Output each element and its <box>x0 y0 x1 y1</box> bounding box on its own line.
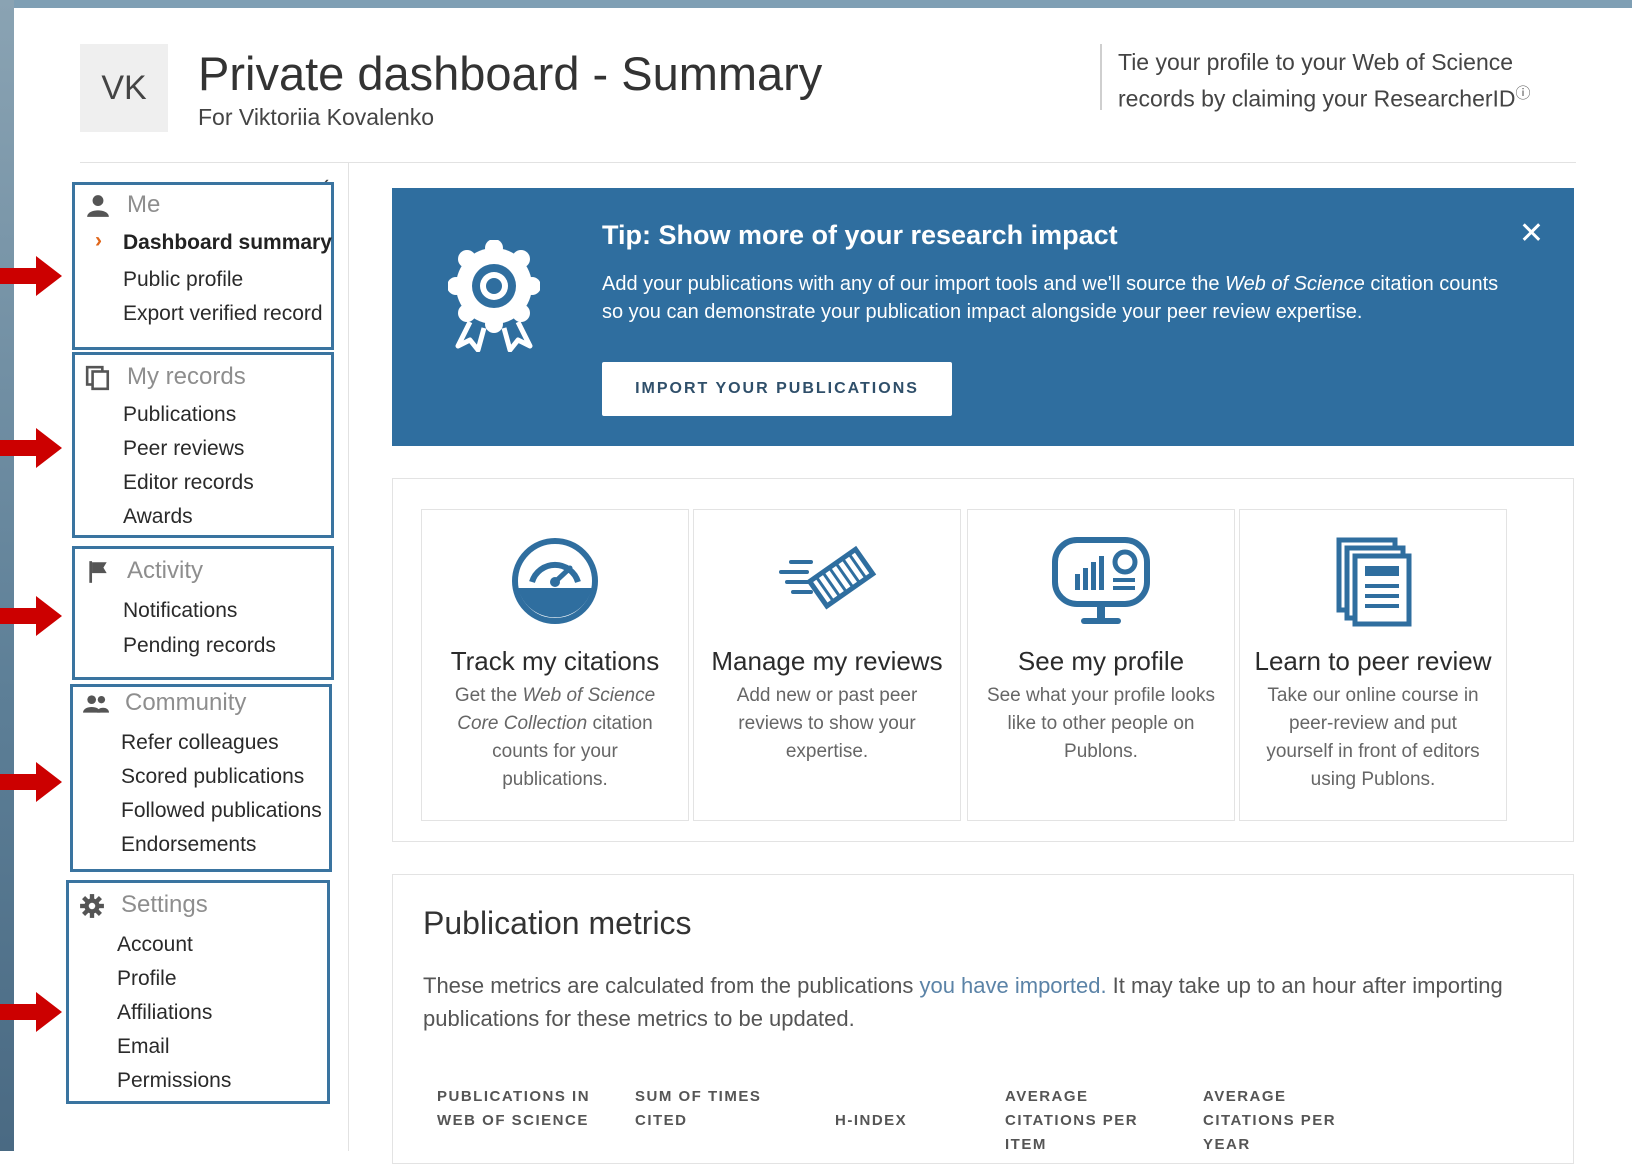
close-icon[interactable]: ✕ <box>1519 216 1544 251</box>
card-title: See my profile <box>1017 646 1185 676</box>
window-edge <box>0 0 14 1151</box>
publication-metrics-panel: Publication metrics These metrics are ca… <box>392 874 1574 1164</box>
header-rule <box>80 162 1576 163</box>
sidebar-item-peer-reviews[interactable]: Peer reviews <box>123 437 244 461</box>
sidebar-item-account[interactable]: Account <box>117 933 193 957</box>
nav-heading-my-records: My records <box>85 363 246 391</box>
nav-heading-settings: Settings <box>79 891 208 919</box>
flag-icon <box>89 561 107 583</box>
sidebar-item-profile[interactable]: Profile <box>117 967 177 991</box>
annotation-arrow <box>0 428 62 468</box>
sidebar-item-publications[interactable]: Publications <box>123 403 236 427</box>
nav-heading-label: Activity <box>127 557 204 584</box>
metric-header-publications: PUBLICATIONS IN WEB OF SCIENCE <box>437 1088 591 1129</box>
nav-group-settings: Settings Account Profile Affiliations Em… <box>66 880 330 1104</box>
card-description: Add new or past peer reviews to show you… <box>736 685 918 762</box>
documents-icon <box>1336 537 1412 627</box>
header-divider <box>1100 44 1102 110</box>
page-subtitle: For Viktoriia Kovalenko <box>198 104 435 130</box>
sidebar-item-email[interactable]: Email <box>117 1035 170 1059</box>
gauge-icon <box>512 538 598 624</box>
metric-header-h-index: H-INDEX <box>835 1112 908 1129</box>
sidebar-item-permissions[interactable]: Permissions <box>117 1069 231 1093</box>
card-description: Take our online course in peer-review an… <box>1266 685 1480 790</box>
metric-header-times-cited: SUM OF TIMES CITED <box>635 1088 762 1129</box>
person-icon <box>87 195 109 217</box>
card-title: Track my citations <box>450 646 660 676</box>
sidebar-item-export-verified-record[interactable]: Export verified record <box>123 302 323 326</box>
card-manage-reviews[interactable]: Manage my reviews Add new or past peer r… <box>693 509 961 821</box>
sidebar-item-awards[interactable]: Awards <box>123 505 193 529</box>
avatar-initials: VK <box>101 68 147 107</box>
tip-body: Add your publications with any of our im… <box>602 273 1499 323</box>
tip-banner: Tip: Show more of your research impact A… <box>392 188 1574 446</box>
sidebar-item-scored-publications[interactable]: Scored publications <box>121 765 304 789</box>
top-bar <box>0 0 1632 8</box>
sidebar-item-refer-colleagues[interactable]: Refer colleagues <box>121 731 279 755</box>
annotation-arrow <box>0 256 62 296</box>
community-icon <box>83 695 109 713</box>
tip-title: Tip: Show more of your research impact <box>602 220 1118 250</box>
card-description: See what your profile looks like to othe… <box>986 685 1216 762</box>
nav-heading-me: Me <box>85 191 160 219</box>
card-description: Get the Web of Science Core Collection c… <box>454 685 656 790</box>
card-title: Manage my reviews <box>711 646 943 676</box>
review-icon <box>779 545 877 610</box>
sidebar-divider <box>348 162 349 1151</box>
chevron-right-icon: › <box>95 229 102 252</box>
nav-heading-label: Me <box>127 191 161 218</box>
nav-heading-label: Community <box>125 689 247 716</box>
help-icon[interactable]: ⓘ <box>1516 85 1531 102</box>
metric-header-avg-per-year: AVERAGE CITATIONS PER YEAR <box>1203 1088 1337 1153</box>
annotation-arrow <box>0 992 62 1032</box>
sidebar-item-affiliations[interactable]: Affiliations <box>117 1001 212 1025</box>
metrics-description: These metrics are calculated from the pu… <box>423 973 1503 1031</box>
sidebar-item-dashboard-summary[interactable]: › Dashboard summary <box>95 229 332 255</box>
annotation-arrow <box>0 762 62 802</box>
monitor-chart-icon <box>1052 537 1150 624</box>
claim-text: Tie your profile to your Web of Science … <box>1118 49 1516 112</box>
avatar[interactable]: VK <box>80 44 168 132</box>
metric-header-avg-per-item: AVERAGE CITATIONS PER ITEM <box>1005 1088 1139 1153</box>
award-ribbon-icon <box>448 240 540 352</box>
nav-heading-community: Community <box>83 689 246 717</box>
card-title: Learn to peer review <box>1254 646 1492 676</box>
import-publications-button[interactable]: IMPORT YOUR PUBLICATIONS <box>602 362 952 416</box>
metrics-title: Publication metrics <box>423 905 692 941</box>
nav-heading-label: My records <box>127 363 246 390</box>
sidebar-item-public-profile[interactable]: Public profile <box>123 268 243 292</box>
sidebar-item-endorsements[interactable]: Endorsements <box>121 833 256 857</box>
card-see-profile[interactable]: See my profile See what your profile loo… <box>967 509 1235 821</box>
gear-icon <box>80 894 104 918</box>
sidebar-item-editor-records[interactable]: Editor records <box>123 471 254 495</box>
card-learn-peer-review[interactable]: Learn to peer review Take our online cou… <box>1239 509 1507 821</box>
page: VK Private dashboard - Summary For Vikto… <box>14 8 1632 1164</box>
nav-heading-activity: Activity <box>85 557 203 585</box>
claim-researcherid-link[interactable]: Tie your profile to your Web of Science … <box>1118 46 1548 115</box>
nav-heading-label: Settings <box>121 891 208 918</box>
annotation-arrow <box>0 596 62 636</box>
page-title: Private dashboard - Summary <box>198 47 823 100</box>
imported-link[interactable]: you have imported. <box>919 973 1106 998</box>
nav-group-community: Community Refer colleagues Scored public… <box>70 684 332 872</box>
nav-group-me: Me › Dashboard summary Public profile Exp… <box>72 182 334 350</box>
quick-actions-panel: Track my citations Get the Web of Scienc… <box>392 478 1574 842</box>
card-track-citations[interactable]: Track my citations Get the Web of Scienc… <box>421 509 689 821</box>
sidebar-item-followed-publications[interactable]: Followed publications <box>121 799 322 823</box>
nav-group-my-records: My records Publications Peer reviews Edi… <box>72 352 334 538</box>
records-icon <box>85 365 110 391</box>
nav-group-activity: Activity Notifications Pending records <box>72 546 334 680</box>
sidebar-item-pending-records[interactable]: Pending records <box>123 634 276 658</box>
sidebar-item-notifications[interactable]: Notifications <box>123 599 237 623</box>
